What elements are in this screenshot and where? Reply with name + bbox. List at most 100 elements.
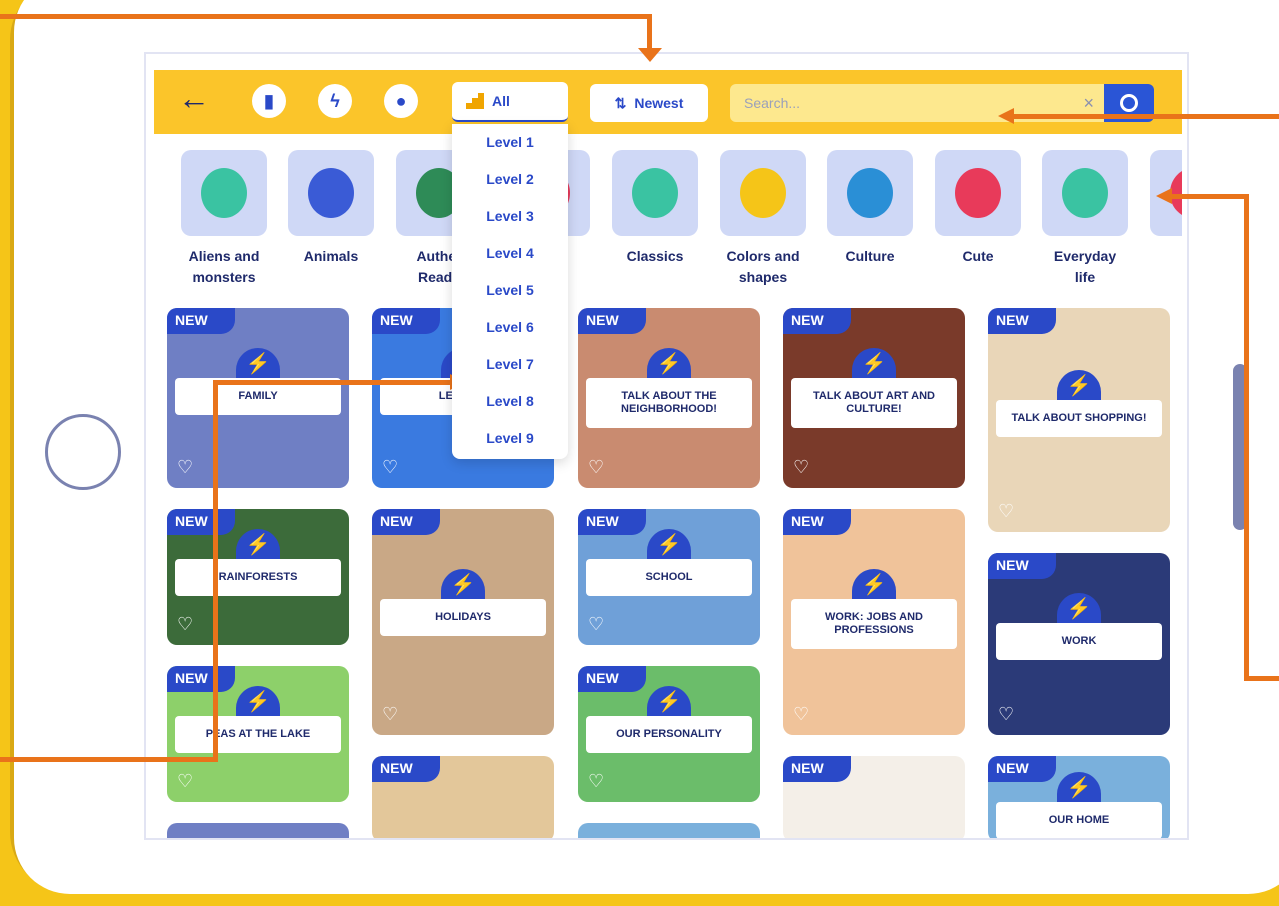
card-title: TALK ABOUT SHOPPING! (996, 400, 1162, 437)
category-label-line: Animals (303, 248, 359, 264)
app-window: ← ▮ ϟ ● All ⇅ Newest × Aliens and monster… (144, 52, 1189, 840)
favorite-heart-icon[interactable]: ♡ (588, 457, 604, 478)
annotation-arrow-top (0, 14, 652, 19)
category-illustration (612, 150, 698, 236)
category-item[interactable]: Animals (281, 150, 381, 288)
favorite-heart-icon[interactable]: ♡ (588, 614, 604, 635)
story-card[interactable]: NEW ⚡ TALK ABOUT SHOPPING! ♡ (988, 308, 1170, 532)
lightning-icon: ⚡ (1057, 593, 1101, 623)
story-card[interactable] (167, 823, 349, 838)
home-button[interactable] (45, 414, 121, 490)
category-shape (847, 168, 893, 218)
category-label: Culture (820, 246, 920, 288)
story-card[interactable]: NEW ⚡ WORK ♡ (988, 553, 1170, 735)
category-item[interactable]: Cute (928, 150, 1028, 288)
story-card[interactable]: NEW ⚡ TALK ABOUT ART AND CULTURE! ♡ (783, 308, 965, 488)
category-label: Everyday life (1035, 246, 1135, 288)
category-label-line: Everyday (1053, 248, 1117, 264)
story-card[interactable]: NEW ⚡ SCHOOL ♡ (578, 509, 760, 645)
annotation-arrowhead (638, 48, 662, 62)
level-option[interactable]: Level 8 (452, 383, 568, 420)
category-item[interactable]: Classics (605, 150, 705, 288)
search-input[interactable] (744, 95, 1064, 111)
lightning-icon: ⚡ (236, 686, 280, 716)
sort-button[interactable]: ⇅ Newest (590, 84, 708, 122)
category-item[interactable]: Everyday life (1035, 150, 1135, 288)
favorite-heart-icon[interactable]: ♡ (998, 501, 1014, 522)
bolt-icon[interactable]: ϟ (318, 84, 352, 118)
lightning-icon: ⚡ (647, 686, 691, 716)
new-badge: NEW (167, 666, 235, 692)
category-label-line: shapes (738, 269, 788, 285)
category-illustration (935, 150, 1021, 236)
favorite-heart-icon[interactable]: ♡ (998, 704, 1014, 725)
card-title: OUR HOME (996, 802, 1162, 838)
favorite-heart-icon[interactable]: ♡ (382, 704, 398, 725)
back-arrow-icon[interactable]: ← (178, 82, 210, 114)
story-card[interactable]: NEW ⚡ OUR PERSONALITY ♡ (578, 666, 760, 802)
new-badge: NEW (783, 509, 851, 535)
category-illustration (720, 150, 806, 236)
level-bars-icon (466, 93, 484, 109)
category-illustration (288, 150, 374, 236)
story-card[interactable]: NEW ⚡ HOLIDAYS ♡ (372, 509, 554, 735)
category-label-line: Fo (1143, 246, 1182, 267)
book-icon[interactable]: ▮ (252, 84, 286, 118)
magnifier-icon (1120, 94, 1138, 112)
category-illustration (827, 150, 913, 236)
new-badge: NEW (167, 308, 235, 334)
level-option[interactable]: Level 2 (452, 161, 568, 198)
favorite-heart-icon[interactable]: ♡ (177, 614, 193, 635)
card-title: OUR PERSONALITY (586, 716, 752, 753)
level-option[interactable]: Level 7 (452, 346, 568, 383)
favorite-heart-icon[interactable]: ♡ (177, 457, 193, 478)
level-filter[interactable]: All (452, 82, 568, 122)
category-shape (632, 168, 678, 218)
annotation-arrow-search (1012, 114, 1279, 119)
level-option[interactable]: Level 3 (452, 198, 568, 235)
category-illustration (181, 150, 267, 236)
favorite-heart-icon[interactable]: ♡ (382, 457, 398, 478)
level-option[interactable]: Level 4 (452, 235, 568, 272)
category-shape (955, 168, 1001, 218)
story-card[interactable]: NEW ⚡ WORK: JOBS AND PROFESSIONS ♡ (783, 509, 965, 735)
favorite-heart-icon[interactable]: ♡ (793, 457, 809, 478)
category-item[interactable]: Colors and shapes (713, 150, 813, 288)
category-label-line: Cute (962, 248, 994, 264)
favorite-heart-icon[interactable]: ♡ (177, 771, 193, 792)
level-option[interactable]: Level 9 (452, 420, 568, 457)
category-item[interactable]: Culture (820, 150, 920, 288)
lightning-icon: ⚡ (1057, 370, 1101, 400)
story-card[interactable]: NEW ⚡ OUR HOME (988, 756, 1170, 838)
new-badge: NEW (783, 756, 851, 782)
level-dropdown: Level 1 Level 2 Level 3 Level 4 Level 5 Level… (452, 124, 568, 459)
level-option[interactable]: Level 5 (452, 272, 568, 309)
annotation-arrowhead (998, 108, 1014, 124)
category-label-line: Colors and (726, 248, 800, 264)
category-label-line: d (1143, 267, 1182, 288)
category-label: Animals (281, 246, 381, 288)
story-card[interactable]: NEW ⚡ PEAS AT THE LAKE ♡ (167, 666, 349, 802)
story-card[interactable]: NEW ⚡ RAINFORESTS ♡ (167, 509, 349, 645)
story-card[interactable]: NEW (372, 756, 554, 838)
story-card[interactable]: NEW (783, 756, 965, 838)
level-option[interactable]: Level 6 (452, 309, 568, 346)
story-card[interactable] (578, 823, 760, 838)
story-card[interactable]: NEW ⚡ FAMILY ♡ (167, 308, 349, 488)
category-label-line: Aliens and (188, 248, 260, 264)
new-badge: NEW (783, 308, 851, 334)
category-shape (740, 168, 786, 218)
annotation-arrow-level (213, 380, 218, 762)
category-item[interactable]: Fod (1143, 150, 1182, 288)
category-label-line: life (1074, 269, 1096, 285)
new-badge: NEW (372, 308, 440, 334)
category-item[interactable]: Aliens and monsters (174, 150, 274, 288)
search-tool-icon[interactable]: ● (384, 84, 418, 118)
story-card[interactable]: NEW ⚡ TALK ABOUT THE NEIGHBORHOOD! ♡ (578, 308, 760, 488)
favorite-heart-icon[interactable]: ♡ (793, 704, 809, 725)
clear-icon[interactable]: × (1083, 93, 1094, 114)
category-label-line: monsters (192, 269, 256, 285)
annotation-arrow-top (647, 14, 652, 50)
favorite-heart-icon[interactable]: ♡ (588, 771, 604, 792)
level-option[interactable]: Level 1 (452, 124, 568, 161)
